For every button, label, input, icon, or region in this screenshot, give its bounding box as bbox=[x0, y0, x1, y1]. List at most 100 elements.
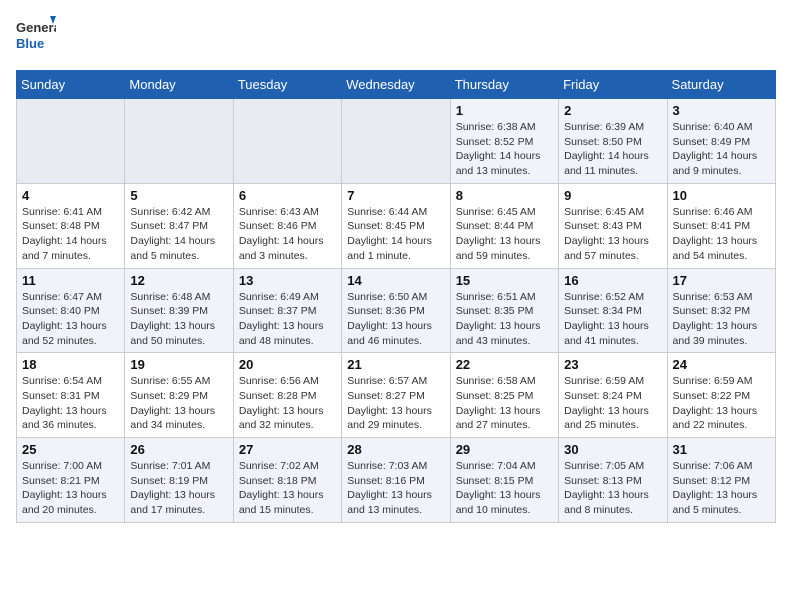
day-number: 25 bbox=[22, 442, 119, 457]
calendar-cell: 4 Sunrise: 6:41 AM Sunset: 8:48 PM Daylig… bbox=[17, 183, 125, 268]
calendar-cell: 18Sunrise: 6:54 AM Sunset: 8:31 PM Dayli… bbox=[17, 353, 125, 438]
day-info: Sunrise: 6:41 AM Sunset: 8:48 PM Dayligh… bbox=[22, 205, 119, 264]
calendar-cell: 29 Sunrise: 7:04 AM Sunset: 8:15 PM Dayli… bbox=[450, 438, 558, 523]
day-number: 24 bbox=[673, 357, 770, 372]
calendar-cell: 21 Sunrise: 6:57 AM Sunset: 8:27 PM Dayli… bbox=[342, 353, 450, 438]
day-number: 4 bbox=[22, 188, 119, 203]
calendar-cell: 7 Sunrise: 6:44 AM Sunset: 8:45 PM Daylig… bbox=[342, 183, 450, 268]
day-info: Sunrise: 7:05 AM Sunset: 8:13 PM Dayligh… bbox=[564, 459, 661, 518]
day-info: Sunrise: 6:50 AM Sunset: 8:36 PM Dayligh… bbox=[347, 290, 444, 349]
day-number: 15 bbox=[456, 273, 553, 288]
day-number: 16 bbox=[564, 273, 661, 288]
calendar-cell: 28 Sunrise: 7:03 AM Sunset: 8:16 PM Dayli… bbox=[342, 438, 450, 523]
day-number: 6 bbox=[239, 188, 336, 203]
calendar-cell: 15Sunrise: 6:51 AM Sunset: 8:35 PM Dayli… bbox=[450, 268, 558, 353]
calendar-cell: 12 Sunrise: 6:48 AM Sunset: 8:39 PM Dayli… bbox=[125, 268, 233, 353]
day-info: Sunrise: 6:52 AM Sunset: 8:34 PM Dayligh… bbox=[564, 290, 661, 349]
day-info: Sunrise: 6:42 AM Sunset: 8:47 PM Dayligh… bbox=[130, 205, 227, 264]
calendar-week-row: 18Sunrise: 6:54 AM Sunset: 8:31 PM Dayli… bbox=[17, 353, 776, 438]
day-info: Sunrise: 7:03 AM Sunset: 8:16 PM Dayligh… bbox=[347, 459, 444, 518]
calendar-cell bbox=[233, 99, 341, 184]
calendar-cell: 11Sunrise: 6:47 AM Sunset: 8:40 PM Dayli… bbox=[17, 268, 125, 353]
day-info: Sunrise: 6:58 AM Sunset: 8:25 PM Dayligh… bbox=[456, 374, 553, 433]
day-number: 7 bbox=[347, 188, 444, 203]
calendar-day-header: Saturday bbox=[667, 71, 775, 99]
calendar-day-header: Tuesday bbox=[233, 71, 341, 99]
calendar-cell: 14 Sunrise: 6:50 AM Sunset: 8:36 PM Dayli… bbox=[342, 268, 450, 353]
page-header: General Blue bbox=[16, 16, 776, 58]
day-info: Sunrise: 6:59 AM Sunset: 8:24 PM Dayligh… bbox=[564, 374, 661, 433]
day-number: 27 bbox=[239, 442, 336, 457]
calendar-cell: 19Sunrise: 6:55 AM Sunset: 8:29 PM Dayli… bbox=[125, 353, 233, 438]
calendar-cell: 25 Sunrise: 7:00 AM Sunset: 8:21 PM Dayli… bbox=[17, 438, 125, 523]
day-info: Sunrise: 6:44 AM Sunset: 8:45 PM Dayligh… bbox=[347, 205, 444, 264]
day-number: 14 bbox=[347, 273, 444, 288]
calendar-week-row: 25 Sunrise: 7:00 AM Sunset: 8:21 PM Dayli… bbox=[17, 438, 776, 523]
calendar-day-header: Sunday bbox=[17, 71, 125, 99]
logo: General Blue bbox=[16, 16, 56, 58]
calendar-cell: 26 Sunrise: 7:01 AM Sunset: 8:19 PM Dayli… bbox=[125, 438, 233, 523]
day-number: 2 bbox=[564, 103, 661, 118]
calendar-table: SundayMondayTuesdayWednesdayThursdayFrid… bbox=[16, 70, 776, 523]
day-info: Sunrise: 6:53 AM Sunset: 8:32 PM Dayligh… bbox=[673, 290, 770, 349]
calendar-cell: 31Sunrise: 7:06 AM Sunset: 8:12 PM Dayli… bbox=[667, 438, 775, 523]
calendar-cell: 22 Sunrise: 6:58 AM Sunset: 8:25 PM Dayli… bbox=[450, 353, 558, 438]
calendar-cell: 23 Sunrise: 6:59 AM Sunset: 8:24 PM Dayli… bbox=[559, 353, 667, 438]
day-info: Sunrise: 6:47 AM Sunset: 8:40 PM Dayligh… bbox=[22, 290, 119, 349]
day-info: Sunrise: 6:59 AM Sunset: 8:22 PM Dayligh… bbox=[673, 374, 770, 433]
calendar-week-row: 1 Sunrise: 6:38 AM Sunset: 8:52 PM Daylig… bbox=[17, 99, 776, 184]
calendar-day-header: Thursday bbox=[450, 71, 558, 99]
day-info: Sunrise: 6:45 AM Sunset: 8:44 PM Dayligh… bbox=[456, 205, 553, 264]
day-info: Sunrise: 6:56 AM Sunset: 8:28 PM Dayligh… bbox=[239, 374, 336, 433]
logo-wrapper: General Blue bbox=[16, 16, 56, 58]
calendar-cell: 8Sunrise: 6:45 AM Sunset: 8:44 PM Daylig… bbox=[450, 183, 558, 268]
calendar-header-row: SundayMondayTuesdayWednesdayThursdayFrid… bbox=[17, 71, 776, 99]
day-number: 10 bbox=[673, 188, 770, 203]
day-info: Sunrise: 7:01 AM Sunset: 8:19 PM Dayligh… bbox=[130, 459, 227, 518]
day-info: Sunrise: 6:57 AM Sunset: 8:27 PM Dayligh… bbox=[347, 374, 444, 433]
day-number: 26 bbox=[130, 442, 227, 457]
calendar-cell: 30Sunrise: 7:05 AM Sunset: 8:13 PM Dayli… bbox=[559, 438, 667, 523]
day-info: Sunrise: 6:48 AM Sunset: 8:39 PM Dayligh… bbox=[130, 290, 227, 349]
day-number: 21 bbox=[347, 357, 444, 372]
day-number: 12 bbox=[130, 273, 227, 288]
calendar-cell: 17 Sunrise: 6:53 AM Sunset: 8:32 PM Dayli… bbox=[667, 268, 775, 353]
day-number: 29 bbox=[456, 442, 553, 457]
day-number: 28 bbox=[347, 442, 444, 457]
calendar-cell bbox=[342, 99, 450, 184]
day-number: 19 bbox=[130, 357, 227, 372]
day-info: Sunrise: 7:00 AM Sunset: 8:21 PM Dayligh… bbox=[22, 459, 119, 518]
calendar-cell bbox=[17, 99, 125, 184]
day-number: 1 bbox=[456, 103, 553, 118]
calendar-cell: 1 Sunrise: 6:38 AM Sunset: 8:52 PM Daylig… bbox=[450, 99, 558, 184]
day-info: Sunrise: 7:02 AM Sunset: 8:18 PM Dayligh… bbox=[239, 459, 336, 518]
day-info: Sunrise: 6:39 AM Sunset: 8:50 PM Dayligh… bbox=[564, 120, 661, 179]
logo-shape-icon: General Blue bbox=[16, 16, 56, 58]
day-number: 20 bbox=[239, 357, 336, 372]
day-info: Sunrise: 6:46 AM Sunset: 8:41 PM Dayligh… bbox=[673, 205, 770, 264]
day-number: 5 bbox=[130, 188, 227, 203]
day-info: Sunrise: 6:54 AM Sunset: 8:31 PM Dayligh… bbox=[22, 374, 119, 433]
svg-text:Blue: Blue bbox=[16, 36, 44, 51]
calendar-cell: 3Sunrise: 6:40 AM Sunset: 8:49 PM Daylig… bbox=[667, 99, 775, 184]
day-info: Sunrise: 6:43 AM Sunset: 8:46 PM Dayligh… bbox=[239, 205, 336, 264]
svg-text:General: General bbox=[16, 20, 56, 35]
calendar-day-header: Monday bbox=[125, 71, 233, 99]
day-number: 23 bbox=[564, 357, 661, 372]
day-info: Sunrise: 7:04 AM Sunset: 8:15 PM Dayligh… bbox=[456, 459, 553, 518]
day-info: Sunrise: 6:49 AM Sunset: 8:37 PM Dayligh… bbox=[239, 290, 336, 349]
day-info: Sunrise: 6:45 AM Sunset: 8:43 PM Dayligh… bbox=[564, 205, 661, 264]
day-info: Sunrise: 6:38 AM Sunset: 8:52 PM Dayligh… bbox=[456, 120, 553, 179]
day-number: 3 bbox=[673, 103, 770, 118]
calendar-cell: 16 Sunrise: 6:52 AM Sunset: 8:34 PM Dayli… bbox=[559, 268, 667, 353]
day-number: 13 bbox=[239, 273, 336, 288]
day-number: 22 bbox=[456, 357, 553, 372]
calendar-week-row: 11Sunrise: 6:47 AM Sunset: 8:40 PM Dayli… bbox=[17, 268, 776, 353]
calendar-day-header: Friday bbox=[559, 71, 667, 99]
calendar-cell: 20 Sunrise: 6:56 AM Sunset: 8:28 PM Dayli… bbox=[233, 353, 341, 438]
day-number: 17 bbox=[673, 273, 770, 288]
calendar-cell bbox=[125, 99, 233, 184]
day-number: 31 bbox=[673, 442, 770, 457]
calendar-cell: 10 Sunrise: 6:46 AM Sunset: 8:41 PM Dayli… bbox=[667, 183, 775, 268]
calendar-cell: 13 Sunrise: 6:49 AM Sunset: 8:37 PM Dayli… bbox=[233, 268, 341, 353]
